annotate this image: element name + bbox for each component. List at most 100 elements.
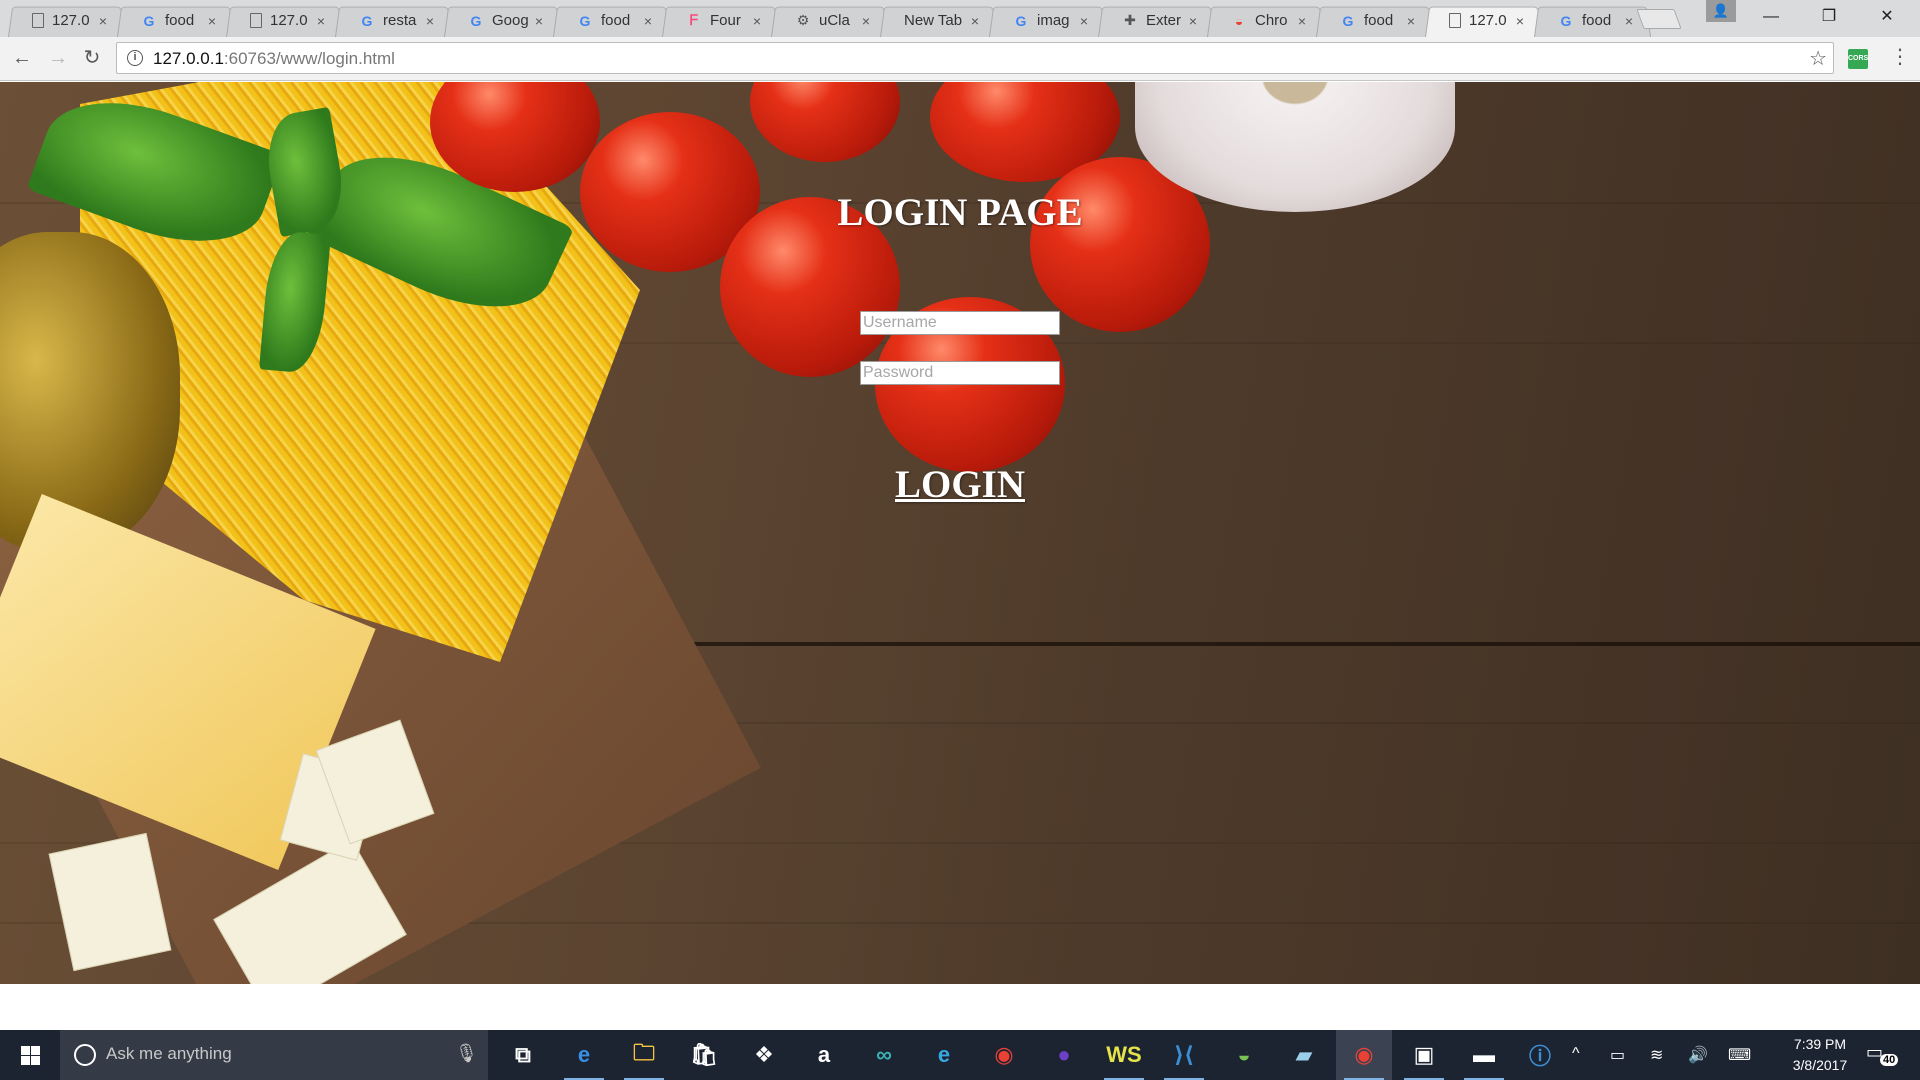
webstorm-icon[interactable]: WS [1096, 1030, 1152, 1080]
google-icon: G [1560, 12, 1572, 29]
restore-button[interactable]: ❐ [1800, 0, 1858, 34]
tab-label: New Tab [904, 12, 963, 29]
tab-close-icon[interactable]: × [1080, 13, 1088, 29]
page-title: LOGIN PAGE [837, 191, 1083, 234]
tab-close-icon[interactable]: × [1625, 13, 1633, 29]
edge-icon[interactable]: e [556, 1030, 612, 1080]
terminal-icon[interactable]: ▬ [1456, 1030, 1512, 1080]
bookmark-star-icon[interactable]: ☆ [1809, 46, 1827, 71]
tab-0[interactable]: 127.0 × [8, 4, 117, 37]
volume-icon[interactable]: 🔊 [1688, 1045, 1708, 1065]
tab-close-icon[interactable]: × [753, 13, 761, 29]
tab-close-icon[interactable]: × [1298, 13, 1306, 29]
tab-12[interactable]: Gfood × [1316, 4, 1425, 37]
tab-close-icon[interactable]: × [208, 13, 216, 29]
tab-label: 127.0 [1469, 12, 1507, 29]
tab-label: 127.0 [52, 12, 90, 29]
tab-label: imag [1037, 12, 1070, 29]
tab-8[interactable]: New Tab × [880, 4, 989, 37]
window-app-icon[interactable]: ▣ [1396, 1030, 1452, 1080]
tab-5[interactable]: Gfood × [553, 4, 662, 37]
minimize-button[interactable]: — [1742, 0, 1800, 34]
page-viewport: LOGIN PAGE LOGIN [0, 82, 1920, 984]
tab-11[interactable]: ◒ Chro × [1207, 4, 1316, 37]
tab-7[interactable]: ⚙ uCla × [771, 4, 880, 37]
keyboard-icon[interactable]: ⌨ [1728, 1045, 1751, 1065]
tomato-image [750, 82, 900, 162]
tab-close-icon[interactable]: × [1407, 13, 1415, 29]
tab-3[interactable]: Gresta × [335, 4, 444, 37]
new-tab-button[interactable] [1636, 9, 1682, 29]
tab-close-icon[interactable]: × [426, 13, 434, 29]
tab-6[interactable]: ᖴ Four × [662, 4, 771, 37]
username-input[interactable] [860, 311, 1060, 335]
doc-icon [1449, 13, 1461, 28]
tray-chevron-icon[interactable]: ^ [1572, 1045, 1580, 1063]
task-view-icon[interactable]: ⧉ [495, 1030, 551, 1080]
vscode-icon[interactable]: ⟩⟨ [1156, 1030, 1212, 1080]
tab-10[interactable]: ✚ Exter × [1098, 4, 1207, 37]
tab-close-icon[interactable]: × [535, 13, 543, 29]
tab-label: Four [710, 12, 741, 29]
google-icon: G [1342, 12, 1354, 29]
microphone-icon[interactable]: 🎙 [455, 1043, 478, 1064]
tab-close-icon[interactable]: × [644, 13, 652, 29]
address-bar[interactable]: i 127.0.0.1:60763/www/login.html ☆ [116, 42, 1834, 74]
forward-button[interactable]: → [46, 46, 70, 70]
clock-time: 7:39 PM [1793, 1036, 1847, 1052]
cors-extension-icon[interactable]: CORS [1848, 49, 1868, 69]
search-placeholder: Ask me anything [106, 1044, 232, 1063]
tab-close-icon[interactable]: × [1516, 13, 1524, 29]
tab-close-icon[interactable]: × [971, 13, 979, 29]
back-button[interactable]: ← [10, 46, 34, 70]
password-input[interactable] [860, 361, 1060, 385]
start-button[interactable] [0, 1030, 60, 1080]
profile-icon[interactable]: 👤 [1706, 0, 1736, 22]
tab-13[interactable]: 127.0 × [1425, 4, 1534, 37]
github-icon[interactable]: ● [1036, 1030, 1092, 1080]
battery-icon[interactable]: ▭ [1610, 1045, 1625, 1065]
tab-close-icon[interactable]: × [99, 13, 107, 29]
tab-4[interactable]: G Goog × [444, 4, 553, 37]
url-text[interactable]: 127.0.0.1:60763/www/login.html [153, 49, 395, 69]
file-explorer-icon[interactable]: 🗀 [616, 1030, 672, 1080]
cortana-search-box[interactable]: Ask me anything 🎙 [60, 1030, 488, 1080]
login-button[interactable]: LOGIN [0, 462, 1920, 507]
system-clock[interactable]: 7:39 PM 3/8/2017 [1770, 1034, 1870, 1076]
action-center-icon[interactable]: ▭ 40 [1866, 1042, 1899, 1068]
tab-label: Chro [1255, 12, 1288, 29]
amazon-icon[interactable]: a [796, 1030, 852, 1080]
tab-strip: 127.0 × Gfood × 127.0 × Gresta × G Goog × Gfood × ᖴ Fo… [0, 0, 1920, 37]
url-host: 127.0.0.1 [153, 49, 224, 68]
google-icon: G [579, 12, 591, 29]
tab-close-icon[interactable]: × [317, 13, 325, 29]
tab-close-icon[interactable]: × [862, 13, 870, 29]
puzzle-icon: ✚ [1124, 12, 1136, 28]
close-window-button[interactable]: ✕ [1858, 0, 1916, 34]
android-studio-icon[interactable]: ◒ [1216, 1030, 1272, 1080]
chrome-app-icon[interactable]: ◉ [976, 1030, 1032, 1080]
tab-label: food [165, 12, 195, 29]
tab-9[interactable]: Gimag × [989, 4, 1098, 37]
notepad-icon[interactable]: ▰ [1276, 1030, 1332, 1080]
chrome-icon: ◒ [1234, 12, 1244, 29]
tab-14[interactable]: Gfood × [1534, 4, 1643, 37]
foursquare-icon: ᖴ [689, 12, 699, 28]
arduino-icon[interactable]: ∞ [856, 1030, 912, 1080]
tab-2[interactable]: 127.0 × [226, 4, 335, 37]
google-icon: G [143, 12, 155, 29]
store-icon[interactable]: 🛍 [676, 1030, 732, 1080]
info-icon[interactable]: i [127, 50, 143, 66]
internet-explorer-icon[interactable]: e [916, 1030, 972, 1080]
reload-button[interactable]: ↻ [80, 46, 104, 70]
wifi-icon[interactable]: ≋ [1650, 1045, 1663, 1065]
dropbox-icon[interactable]: ❖ [736, 1030, 792, 1080]
tab-close-icon[interactable]: × [1189, 13, 1197, 29]
tab-1[interactable]: Gfood × [117, 4, 226, 37]
google-icon: G [1015, 12, 1027, 29]
doc-icon [250, 13, 262, 28]
chrome-active-icon[interactable]: ◉ [1336, 1030, 1392, 1080]
google-icon: G [361, 12, 373, 29]
notification-app-icon[interactable]: ⓘ [1512, 1030, 1568, 1080]
chrome-menu-icon[interactable]: ⋮ [1890, 47, 1910, 67]
